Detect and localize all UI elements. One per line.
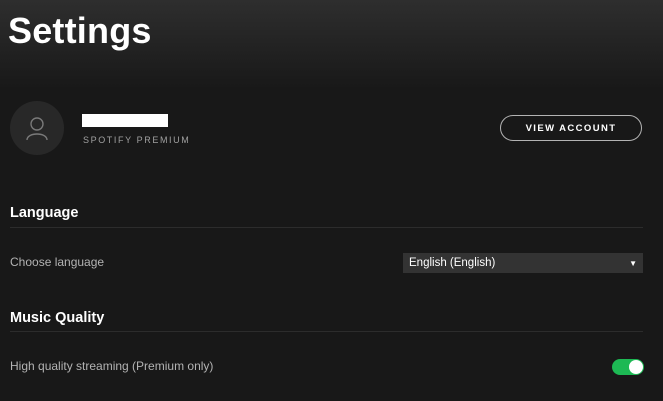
language-select-value: English (English) bbox=[409, 257, 496, 269]
avatar bbox=[10, 101, 64, 155]
page-title: Settings bbox=[8, 10, 152, 51]
language-select[interactable]: English (English) ▼ bbox=[403, 253, 643, 273]
music-quality-heading: Music Quality bbox=[10, 310, 105, 326]
plan-label: SPOTIFY PREMIUM bbox=[83, 135, 191, 145]
toggle-knob bbox=[629, 360, 643, 374]
choose-language-label: Choose language bbox=[10, 255, 105, 269]
music-quality-divider bbox=[10, 331, 643, 332]
profile-section: SPOTIFY PREMIUM VIEW ACCOUNT bbox=[10, 101, 643, 157]
high-quality-streaming-label: High quality streaming (Premium only) bbox=[10, 359, 214, 373]
high-quality-streaming-toggle[interactable] bbox=[612, 359, 644, 375]
user-icon bbox=[26, 117, 48, 141]
language-divider bbox=[10, 227, 643, 228]
username-redacted bbox=[82, 114, 168, 127]
view-account-button[interactable]: VIEW ACCOUNT bbox=[500, 115, 642, 141]
language-heading: Language bbox=[10, 205, 79, 221]
triangle-down-icon: ▼ bbox=[629, 258, 637, 268]
